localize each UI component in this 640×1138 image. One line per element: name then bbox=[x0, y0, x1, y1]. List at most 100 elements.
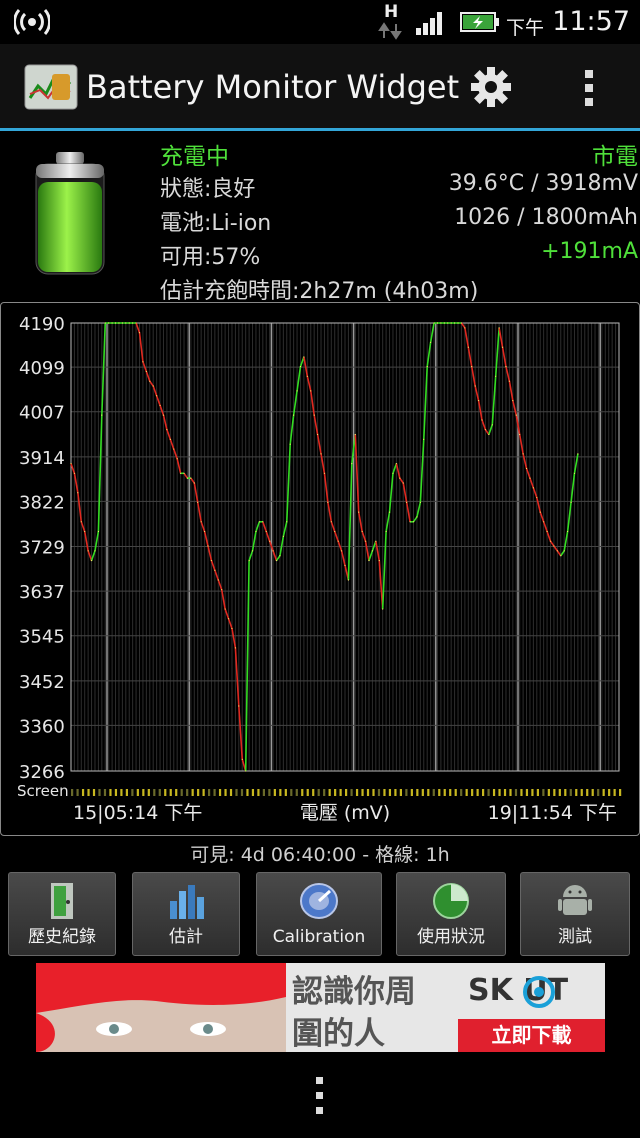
voltage-point bbox=[193, 482, 195, 484]
voltage-point bbox=[395, 463, 397, 465]
voltage-series-segment bbox=[255, 521, 261, 532]
voltage-series-segment bbox=[234, 647, 240, 707]
voltage-point bbox=[73, 472, 76, 474]
voltage-series-segment bbox=[210, 560, 216, 571]
voltage-point bbox=[97, 530, 99, 533]
voltage-point bbox=[217, 579, 219, 581]
wireless-broadcast-icon bbox=[14, 9, 50, 35]
voltage-point bbox=[313, 414, 315, 416]
screen-strip-mark bbox=[142, 789, 145, 796]
screen-strip-mark bbox=[438, 789, 441, 796]
screen-strip-mark bbox=[197, 789, 200, 796]
voltage-point bbox=[447, 322, 449, 324]
settings-gear-icon[interactable] bbox=[470, 66, 512, 108]
voltage-point bbox=[464, 327, 466, 329]
voltage-point bbox=[402, 482, 404, 484]
voltage-point bbox=[299, 366, 302, 368]
voltage-point bbox=[327, 501, 329, 503]
voltage-point bbox=[162, 414, 165, 416]
voltage-series-segment bbox=[494, 327, 500, 377]
ad-banner[interactable]: 認識你周 圍的人 SK UT 立即下載 bbox=[36, 963, 605, 1052]
voltage-point bbox=[368, 559, 370, 562]
app-logo-icon[interactable] bbox=[24, 64, 78, 110]
screen-strip-mark bbox=[202, 789, 205, 796]
screen-strip-mark bbox=[328, 789, 331, 796]
screen-strip-mark bbox=[131, 789, 134, 796]
voltage-point bbox=[508, 380, 510, 382]
overflow-menu-icon[interactable] bbox=[582, 68, 598, 108]
voltage-point bbox=[495, 375, 497, 377]
voltage-series-segment bbox=[378, 560, 384, 610]
voltage-series-segment bbox=[316, 434, 322, 455]
screen-strip-mark bbox=[213, 789, 216, 796]
voltage-point bbox=[354, 433, 356, 436]
voltage-series-segment bbox=[563, 531, 569, 552]
screen-strip-mark bbox=[339, 789, 342, 796]
voltage-point bbox=[128, 322, 130, 324]
voltage-point bbox=[430, 341, 432, 343]
voltage-series-segment bbox=[477, 400, 483, 421]
voltage-point bbox=[227, 618, 230, 620]
screen-strip-mark bbox=[284, 789, 287, 796]
calibration-button[interactable]: Calibration bbox=[256, 872, 382, 956]
voltage-point bbox=[481, 419, 483, 421]
screen-row-label: Screen bbox=[17, 782, 69, 800]
network-type-label: H bbox=[384, 2, 399, 22]
voltage-series-segment bbox=[474, 385, 480, 401]
voltage-point bbox=[539, 511, 541, 513]
y-tick-label: 3452 bbox=[19, 672, 65, 693]
voltage-point bbox=[70, 463, 72, 465]
voltage-series-segment bbox=[412, 516, 418, 523]
battery-type: 電池:Li-ion bbox=[160, 211, 272, 236]
bar-chart-icon bbox=[170, 885, 204, 919]
ad-download-button[interactable]: 立即下載 bbox=[458, 1019, 605, 1052]
voltage-series-segment bbox=[224, 608, 230, 620]
screen-strip-mark bbox=[153, 789, 156, 796]
screen-strip-mark bbox=[465, 789, 468, 796]
voltage-point bbox=[364, 540, 367, 542]
voltage-series-segment bbox=[525, 468, 531, 479]
screen-strip-mark bbox=[564, 789, 567, 796]
test-button[interactable]: 測試 bbox=[520, 872, 630, 956]
voltage-point bbox=[176, 458, 178, 460]
estimate-button[interactable]: 估計 bbox=[132, 872, 240, 956]
voltage-point bbox=[80, 521, 82, 523]
screen-strip-mark bbox=[405, 789, 408, 796]
menu-dots-icon[interactable] bbox=[312, 1076, 328, 1116]
voltage-series-segment bbox=[203, 531, 209, 547]
screen-strip-mark bbox=[76, 789, 79, 796]
voltage-series-segment bbox=[536, 497, 542, 513]
voltage-point bbox=[101, 414, 103, 416]
screen-strip-mark bbox=[432, 789, 435, 796]
voltage-series-segment bbox=[285, 444, 291, 522]
voltage-point bbox=[388, 511, 391, 513]
voltage-series-segment bbox=[323, 473, 329, 503]
voltage-point bbox=[460, 322, 463, 324]
status-ampm: 下午 bbox=[505, 17, 544, 39]
voltage-point bbox=[214, 569, 216, 571]
history-button[interactable]: 歷史紀錄 bbox=[8, 872, 116, 956]
x-end-label: 19|11:54 下午 bbox=[488, 802, 617, 824]
voltage-point bbox=[317, 433, 319, 436]
voltage-point bbox=[121, 322, 123, 324]
voltage-chart[interactable]: 4190 4099 4007 3914 3822 3729 3637 3545 3452 3360… bbox=[0, 302, 640, 836]
voltage-series-segment bbox=[340, 550, 346, 566]
voltage-point bbox=[156, 395, 158, 397]
voltage-point bbox=[90, 559, 93, 562]
screen-strip-mark bbox=[547, 789, 550, 796]
voltage-series-segment bbox=[333, 531, 339, 542]
voltage-series-segment bbox=[368, 550, 374, 561]
screen-strip-mark bbox=[416, 789, 419, 796]
voltage-point bbox=[118, 322, 120, 324]
screen-strip-mark bbox=[208, 789, 211, 796]
x-start-label: 15|05:14 下午 bbox=[73, 802, 202, 824]
voltage-series-segment bbox=[101, 322, 107, 416]
usage-button[interactable]: 使用狀況 bbox=[396, 872, 506, 956]
data-arrows-icon bbox=[378, 22, 402, 40]
test-button-label: 測試 bbox=[558, 927, 592, 947]
voltage-point bbox=[525, 467, 528, 470]
voltage-point bbox=[111, 322, 113, 324]
voltage-point bbox=[573, 472, 576, 474]
voltage-series-segment bbox=[244, 560, 250, 772]
voltage-point bbox=[443, 322, 445, 324]
